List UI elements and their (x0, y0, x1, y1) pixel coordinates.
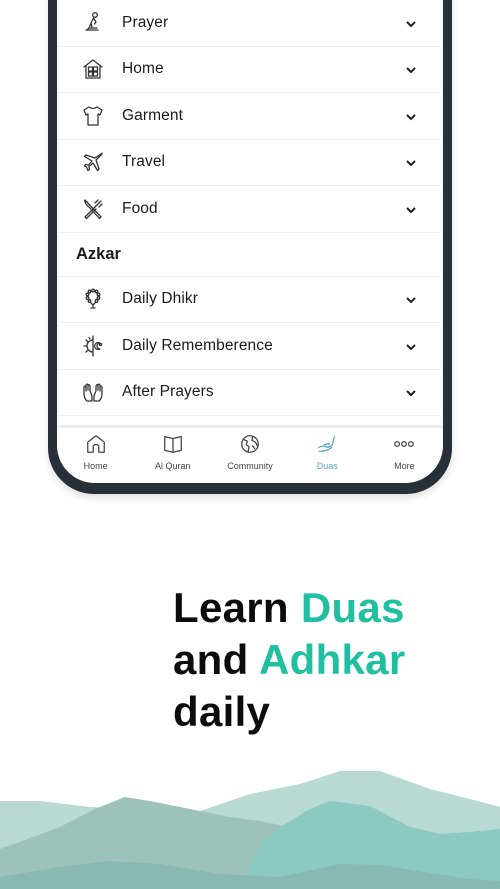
chevron-down-icon[interactable] (405, 293, 417, 305)
chevron-down-icon[interactable] (405, 63, 417, 75)
list-item-garment[interactable]: Garment (59, 93, 441, 140)
nav-community[interactable]: Community (211, 428, 288, 483)
list-item-after-prayers[interactable]: After Prayers (59, 369, 441, 416)
list-item-label: Food (122, 199, 158, 217)
nav-more[interactable]: More (366, 428, 443, 483)
list-item-label: Daily Dhikr (122, 290, 199, 308)
list-item-daily-rememberence[interactable]: Daily Rememberence (59, 323, 441, 370)
open-book-icon (161, 432, 185, 456)
bottom-navigation: Home Al Quran Community Duas More (57, 425, 443, 483)
duas-list: Prayer Home Garment Travel Food Azkar Da… (57, 0, 443, 463)
headline-accent-adhkar: Adhkar (258, 636, 406, 683)
praying-person-icon (80, 10, 106, 36)
headline-line-2: and Adhkar (173, 636, 406, 683)
airplane-icon (80, 149, 106, 175)
chevron-down-icon[interactable] (405, 110, 417, 122)
raised-hands-icon (80, 379, 106, 405)
nav-al-quran[interactable]: Al Quran (134, 428, 211, 483)
chevron-down-icon[interactable] (405, 17, 417, 29)
fork-knife-icon (80, 196, 106, 222)
list-item-prayer[interactable]: Prayer (59, 0, 441, 47)
house-icon (80, 56, 106, 82)
list-item-travel[interactable]: Travel (59, 139, 441, 186)
prayer-beads-icon (80, 286, 106, 312)
home-icon (84, 432, 108, 456)
list-item-label: Prayer (122, 13, 169, 31)
nav-label: Home (83, 461, 108, 471)
more-dots-icon (392, 432, 416, 456)
headline-line-1: Learn Duas (173, 584, 405, 631)
globe-icon (238, 432, 262, 456)
list-item-label: Daily Rememberence (122, 336, 273, 354)
nav-label: More (394, 461, 415, 471)
list-item-label: Travel (122, 153, 166, 171)
list-item-label: After Prayers (122, 383, 214, 401)
nav-label: Al Quran (155, 461, 191, 471)
nav-label: Community (227, 461, 273, 471)
headline-line-3: daily (173, 688, 271, 735)
dua-hand-icon (315, 432, 339, 456)
chevron-down-icon[interactable] (405, 386, 417, 398)
list-item-daily-dhikr[interactable]: Daily Dhikr (59, 276, 441, 323)
section-title-azkar: Azkar (59, 232, 441, 277)
chevron-down-icon[interactable] (405, 203, 417, 215)
nav-label: Duas (316, 461, 338, 471)
nav-duas[interactable]: Duas (289, 428, 366, 483)
list-item-home[interactable]: Home (59, 46, 441, 93)
phone-mockup: Prayer Home Garment Travel Food Azkar Da… (48, 0, 452, 494)
sun-moon-icon (80, 333, 106, 359)
list-item-food[interactable]: Food (59, 186, 441, 233)
list-item-label: Home (122, 60, 164, 78)
promo-headline: Learn Duas and Adhkar daily (173, 582, 406, 738)
headline-accent-duas: Duas (300, 584, 405, 631)
nav-home[interactable]: Home (57, 428, 134, 483)
app-screen: Prayer Home Garment Travel Food Azkar Da… (57, 0, 443, 483)
mountains-illustration (0, 771, 500, 889)
list-item-label: Garment (122, 106, 183, 124)
chevron-down-icon[interactable] (405, 340, 417, 352)
chevron-down-icon[interactable] (405, 156, 417, 168)
tshirt-icon (80, 103, 106, 129)
